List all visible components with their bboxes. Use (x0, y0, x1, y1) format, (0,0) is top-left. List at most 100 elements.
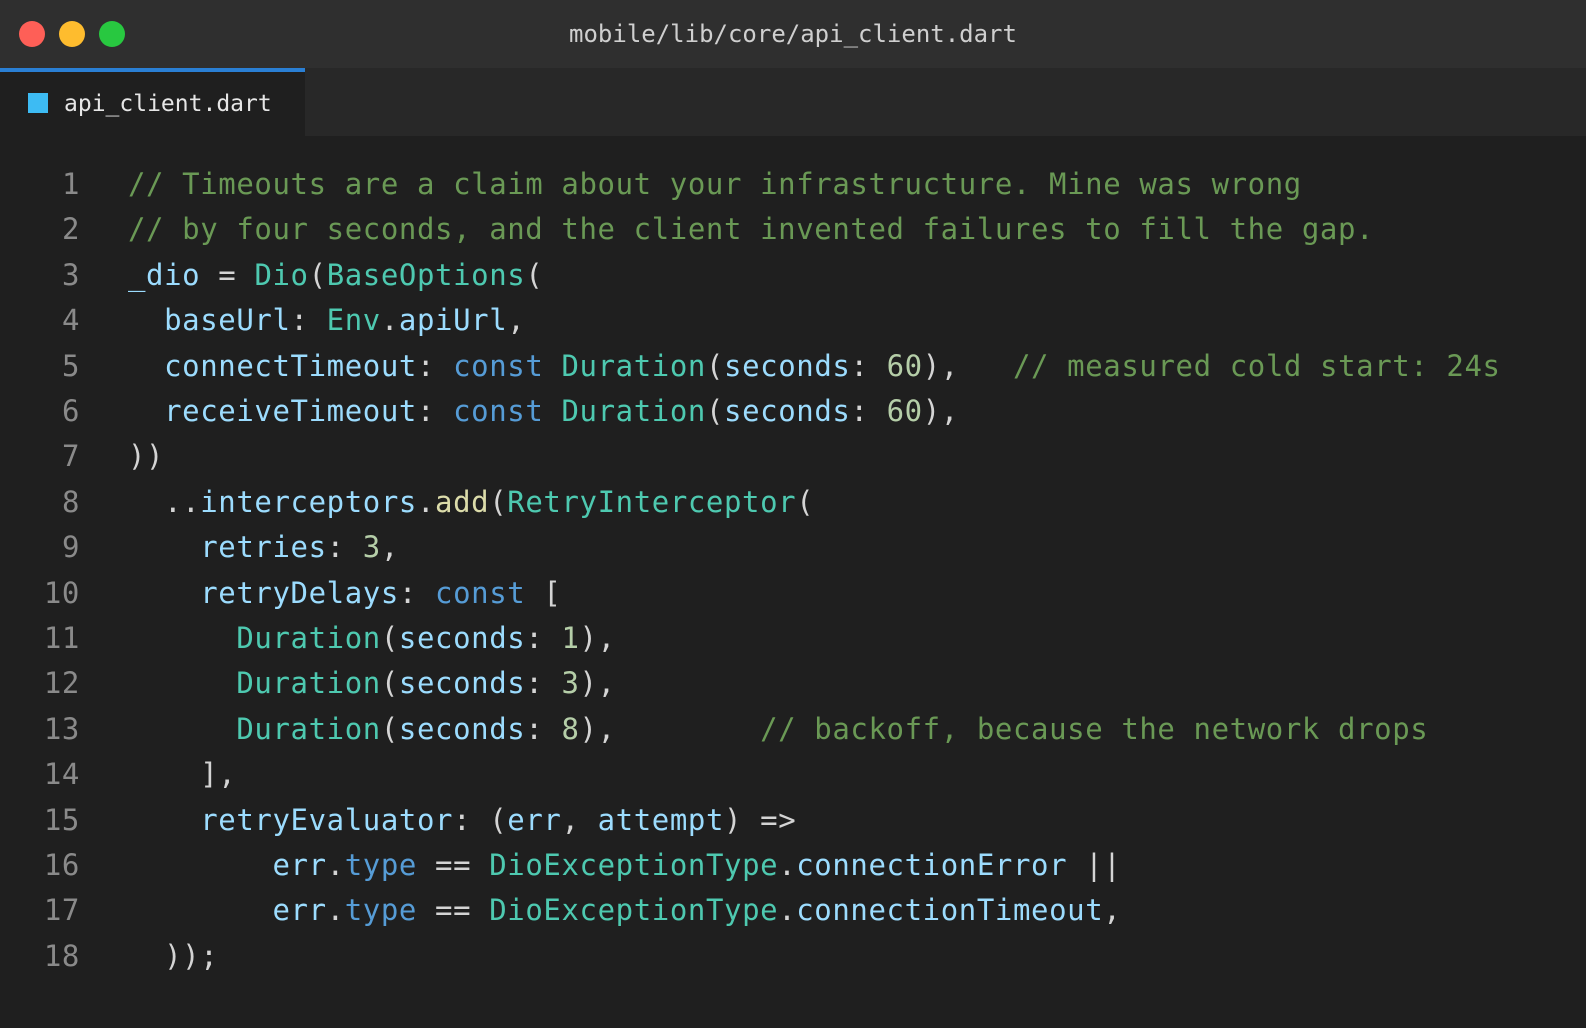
code-token: ), (922, 394, 959, 428)
line-number: 17 (43, 893, 80, 928)
code-token: 8 (561, 711, 580, 746)
editor-window: mobile/lib/core/api_client.dart api_clie… (0, 0, 1586, 1028)
code-token: retryDelays (200, 575, 399, 610)
code-token: err (272, 893, 327, 928)
dart-file-icon (28, 93, 48, 113)
code-token: ( (380, 711, 399, 746)
code-token: . (326, 893, 345, 928)
code-line[interactable]: 16 err.type == DioExceptionType.connecti… (0, 843, 1121, 888)
code-text: retryEvaluator: (err, attempt) => (128, 798, 796, 843)
code-token: connectionError (796, 848, 1068, 882)
code-token: DioExceptionType (489, 848, 779, 882)
code-text: connectTimeout: const Duration(seconds: … (128, 344, 1501, 389)
code-token: : (416, 348, 454, 383)
code-token: err (507, 802, 562, 837)
code-token: : (850, 394, 887, 428)
code-token: ( (705, 394, 725, 428)
code-line[interactable]: 1 // Timeouts are a claim about your infr… (0, 162, 1301, 207)
code-token: Duration (236, 666, 381, 701)
code-token: : (525, 621, 562, 655)
code-token: seconds (724, 394, 851, 428)
tab-bar: api_client.dart (0, 68, 1586, 136)
code-line[interactable]: 3 _dio = Dio(BaseOptions( (0, 253, 543, 298)
line-number: 3 (61, 257, 80, 292)
code-line[interactable]: 10 retryDelays: const [ (0, 571, 561, 616)
code-token: ), (579, 621, 616, 655)
tab-api-client[interactable]: api_client.dart (0, 68, 305, 136)
code-line[interactable]: 9 retries: 3, (0, 525, 398, 570)
code-token: 60 (886, 394, 923, 428)
code-line[interactable]: 6 receiveTimeout: const Duration(seconds… (0, 389, 958, 434)
code-text: )); (128, 934, 218, 979)
code-token: err (272, 848, 327, 882)
code-token: 3 (561, 666, 580, 701)
code-line[interactable]: 15 retryEvaluator: (err, attempt) => (0, 798, 796, 843)
code-token: == (416, 893, 490, 928)
code-text: _dio = Dio(BaseOptions( (128, 253, 543, 298)
code-token: Env (326, 303, 381, 338)
code-text: Duration(seconds: 1), (128, 616, 616, 661)
code-token: : (525, 711, 562, 746)
code-line[interactable]: 2 // by four seconds, and the client inve… (0, 207, 1374, 252)
code-token: _dio (128, 257, 201, 292)
code-token: ( (796, 484, 815, 519)
code-editor[interactable]: 1 // Timeouts are a claim about your infr… (0, 162, 1586, 1028)
line-number: 9 (61, 530, 80, 565)
code-token: : (850, 348, 887, 383)
code-token: receiveTimeout (164, 394, 417, 428)
code-token: type (344, 893, 417, 928)
line-number: 2 (61, 212, 80, 247)
code-text: retryDelays: const [ (128, 571, 561, 616)
code-token: : (398, 575, 436, 610)
line-number: 13 (43, 711, 80, 746)
code-token: // Timeouts are a claim about your infra… (128, 167, 1302, 201)
code-token: seconds (398, 711, 526, 746)
code-line[interactable]: 17 err.type == DioExceptionType.connecti… (0, 888, 1121, 933)
code-token: // backoff, because the network drops (760, 711, 1429, 746)
code-text: receiveTimeout: const Duration(seconds: … (128, 389, 959, 434)
code-line[interactable]: 11 Duration(seconds: 1), (0, 616, 615, 661)
code-text: err.type == DioExceptionType.connectionE… (128, 843, 1121, 888)
code-token: . (380, 303, 399, 338)
line-number: 7 (61, 439, 80, 474)
line-number: 12 (43, 666, 80, 701)
code-token: ), (579, 711, 761, 746)
code-line[interactable]: 13 Duration(seconds: 8), // backoff, bec… (0, 707, 1428, 752)
code-token: ( (380, 621, 399, 655)
code-token: 60 (886, 348, 923, 383)
line-number: 5 (61, 348, 80, 383)
line-number: 10 (43, 575, 80, 610)
code-line[interactable]: 14 ], (0, 752, 236, 797)
code-line[interactable]: 4 baseUrl: Env.apiUrl, (0, 298, 525, 343)
line-number: 16 (43, 848, 80, 882)
code-token: . (778, 848, 797, 882)
code-token: interceptors (200, 484, 417, 519)
code-line[interactable]: 12 Duration(seconds: 3), (0, 661, 615, 706)
code-line[interactable]: 5 connectTimeout: const Duration(seconds… (0, 344, 1500, 389)
code-token: apiUrl (398, 303, 508, 338)
code-line[interactable]: 8 ..interceptors.add(RetryInterceptor( (0, 480, 814, 525)
code-token: , (507, 303, 526, 338)
code-token: DioExceptionType (489, 893, 779, 928)
code-token: . (326, 848, 345, 882)
code-token: )); (128, 938, 219, 973)
code-token: ( (525, 257, 544, 292)
code-token: : (326, 530, 363, 565)
code-token: . (778, 893, 797, 928)
code-token: add (435, 484, 490, 519)
code-token: ], (128, 757, 237, 792)
code-token: ), (579, 666, 616, 701)
code-token: retries (200, 530, 327, 565)
code-line[interactable]: 18 )); (0, 934, 218, 979)
code-token: , (1103, 893, 1122, 928)
code-token: RetryInterceptor (507, 484, 797, 519)
line-number: 15 (43, 802, 80, 837)
code-line[interactable]: 7)) (0, 434, 164, 479)
